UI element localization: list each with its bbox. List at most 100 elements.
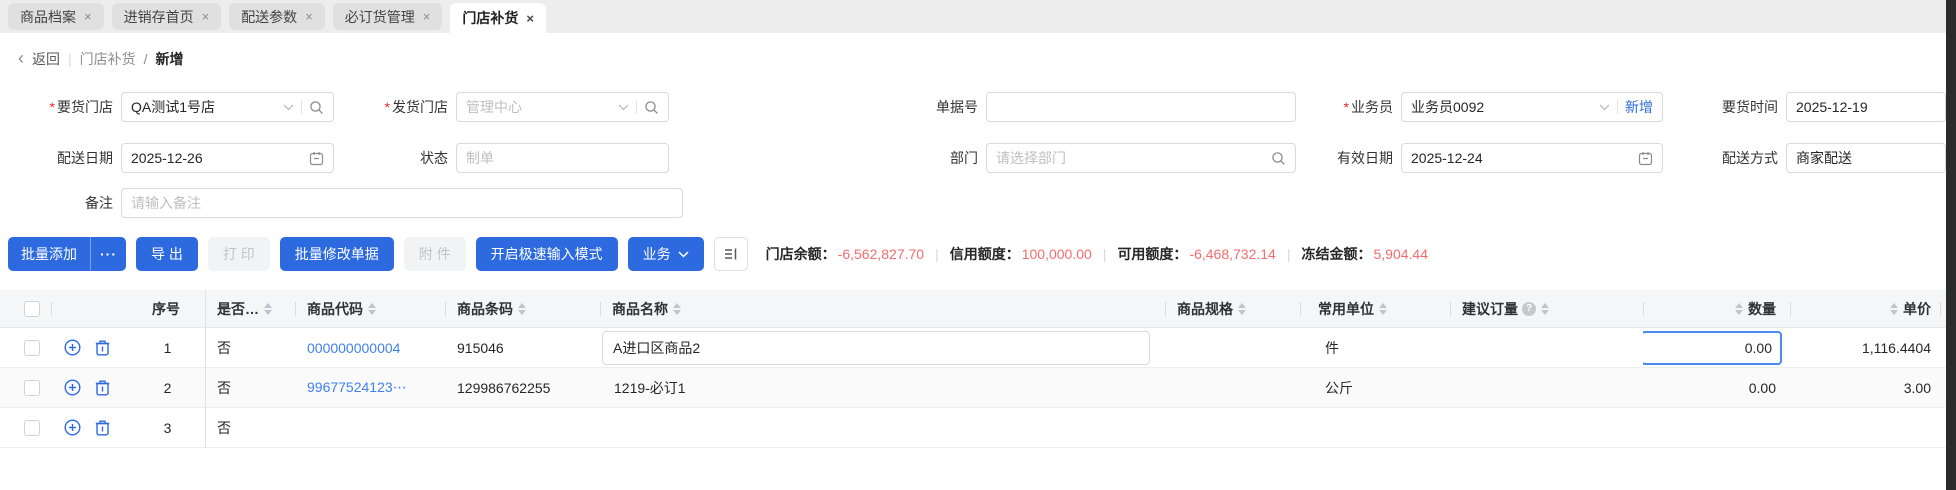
header-qty[interactable]: 数量 [1643, 290, 1790, 327]
cell-flag: 否 [217, 419, 231, 436]
tab-inventory-home[interactable]: 进销存首页 × [111, 3, 222, 30]
src-store-select[interactable]: 管理中心 [456, 92, 669, 122]
batch-edit-button[interactable]: 批量修改单据 [279, 237, 394, 271]
add-salesman-link[interactable]: 新增 [1625, 97, 1653, 117]
remark-input[interactable] [131, 195, 673, 211]
delivery-method-value: 商家配送 [1796, 150, 1852, 166]
cell-flag: 否 [217, 379, 231, 396]
valid-date-value: 2025-12-24 [1411, 150, 1483, 166]
delete-row-icon[interactable] [95, 339, 110, 356]
chevron-down-icon[interactable] [1599, 104, 1610, 111]
tab-label: 商品档案 [20, 8, 76, 25]
back-icon[interactable]: ‹ [18, 49, 24, 67]
page-title: 新增 [155, 51, 184, 67]
dest-store-select[interactable]: QA测试1号店 [121, 92, 334, 122]
attachment-button[interactable]: 附 件 [403, 237, 466, 271]
search-icon[interactable] [644, 100, 659, 115]
sort-icon[interactable] [368, 302, 376, 315]
header-name[interactable]: 商品名称 [600, 290, 1165, 327]
status-value: 制单 [466, 150, 494, 166]
help-icon[interactable]: ? [1522, 301, 1536, 316]
sort-icon[interactable] [1238, 302, 1246, 315]
header-flag[interactable]: 是否… [205, 290, 295, 327]
credit-limit-value: 100,000.00 [1021, 246, 1092, 262]
search-icon[interactable] [309, 100, 324, 115]
remark-input-wrap [121, 188, 683, 218]
sort-icon[interactable] [518, 302, 526, 315]
chevron-down-icon [678, 250, 689, 258]
balance-summary: 门店余额： -6,562,827.70 | 信用额度： 100,000.00 |… [766, 244, 1428, 264]
doc-no-input-wrap [986, 92, 1296, 122]
close-icon[interactable]: × [84, 10, 92, 23]
qty-input[interactable] [1643, 330, 1782, 365]
tab-store-replenishment[interactable]: 门店补货 × [450, 3, 546, 33]
export-button[interactable]: 导 出 [136, 237, 198, 271]
balance-divider: | [1286, 246, 1291, 262]
header-seq: 序号 [152, 300, 180, 317]
column-settings-button[interactable] [713, 237, 748, 271]
header-spec[interactable]: 商品规格 [1165, 290, 1300, 327]
sort-icon[interactable] [1379, 302, 1387, 315]
close-icon[interactable]: × [305, 10, 313, 23]
sort-icon[interactable] [1541, 302, 1549, 315]
header-suggest[interactable]: 建议订量 ? [1450, 290, 1643, 327]
header-unit[interactable]: 常用单位 [1300, 290, 1450, 327]
tab-goods-archive[interactable]: 商品档案 × [8, 3, 104, 30]
cell-price: 3.00 [1903, 379, 1931, 396]
chevron-down-icon[interactable] [283, 104, 294, 111]
product-code-link[interactable]: 000000000004 [307, 340, 400, 356]
speed-input-mode-button[interactable]: 开启极速输入模式 [475, 237, 618, 271]
cell-qty[interactable]: 0.00 [1643, 368, 1790, 407]
sort-icon[interactable] [1890, 302, 1898, 315]
salesman-select[interactable]: 业务员0092 新增 [1401, 92, 1663, 122]
tab-delivery-params[interactable]: 配送参数 × [229, 3, 325, 30]
header-price[interactable]: 单价 [1790, 290, 1946, 327]
sort-icon[interactable] [673, 302, 681, 315]
input-divider [301, 100, 302, 114]
calendar-icon[interactable] [309, 151, 324, 166]
tab-must-order-mgmt[interactable]: 必订货管理 × [332, 3, 443, 30]
delete-row-icon[interactable] [95, 419, 110, 436]
field-label: * 要货门店 [49, 99, 113, 115]
field-salesman: * 业务员 业务员0092 新增 [1270, 92, 1663, 122]
field-remark: 备注 [8, 188, 683, 218]
close-icon[interactable]: × [423, 10, 431, 23]
field-status: 状态 制单 [340, 143, 669, 173]
delivery-date-value: 2025-12-26 [131, 150, 203, 166]
tab-label: 配送参数 [241, 8, 298, 25]
header-select-all [0, 290, 56, 327]
print-button[interactable]: 打 印 [207, 237, 270, 271]
back-button[interactable]: 返回 [32, 49, 60, 69]
delete-row-icon[interactable] [95, 379, 110, 396]
store-replenishment-screen: 商品档案 × 进销存首页 × 配送参数 × 必订货管理 × 门店补货 × ‹ 返… [0, 0, 1956, 490]
row-checkbox[interactable] [24, 379, 40, 396]
row-checkbox[interactable] [24, 339, 40, 356]
select-all-checkbox[interactable] [24, 300, 40, 317]
business-dropdown-button[interactable]: 业务 [627, 237, 704, 271]
close-icon[interactable]: × [526, 12, 534, 25]
header-barcode[interactable]: 商品条码 [445, 290, 600, 327]
row-checkbox[interactable] [24, 419, 40, 436]
add-row-icon[interactable] [64, 419, 81, 436]
delivery-date-picker[interactable]: 2025-12-26 [121, 143, 334, 173]
add-row-icon[interactable] [64, 339, 81, 356]
product-name-input[interactable] [602, 330, 1150, 365]
sort-icon[interactable] [1735, 302, 1743, 315]
cell-spec [1165, 328, 1300, 367]
department-select[interactable]: 请选择部门 [986, 143, 1296, 173]
request-time-input[interactable]: 2025-12-19 [1786, 92, 1946, 122]
close-icon[interactable]: × [202, 10, 210, 23]
header-code[interactable]: 商品代码 [295, 290, 445, 327]
add-row-icon[interactable] [64, 379, 81, 396]
doc-no-input[interactable] [996, 99, 1286, 115]
delivery-method-select[interactable]: 商家配送 [1786, 143, 1946, 173]
valid-date-picker[interactable]: 2025-12-24 [1401, 143, 1663, 173]
batch-add-more-button[interactable]: ··· [90, 237, 126, 271]
department-placeholder: 请选择部门 [996, 150, 1066, 166]
cell-seq: 3 [163, 419, 172, 436]
product-code-link[interactable]: 99677524123⋯ [307, 379, 407, 396]
sort-icon[interactable] [264, 302, 272, 315]
chevron-down-icon[interactable] [618, 104, 629, 111]
batch-add-button[interactable]: 批量添加 [8, 237, 90, 271]
field-label: 单据号 [936, 99, 978, 115]
